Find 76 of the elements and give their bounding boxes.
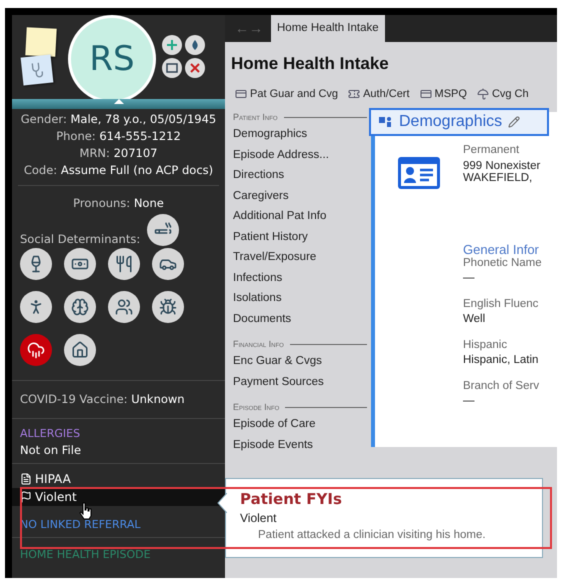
drop-icon[interactable]: [185, 34, 205, 54]
field-value: —: [463, 395, 476, 407]
covid-vaccine-text: COVID-19 Vaccine: Unknown: [20, 392, 186, 406]
toolbar-button[interactable]: Pat Guar and Cvg: [235, 88, 338, 100]
pronouns-text: Pronouns: None: [72, 196, 165, 210]
hand-cursor-icon: [79, 502, 93, 520]
edit-icon[interactable]: [508, 116, 520, 128]
field-value: —: [463, 272, 476, 284]
social-determinants-label: Social Determinants:: [20, 232, 140, 246]
nav-link[interactable]: Demographics: [233, 124, 371, 144]
document-icon: [20, 473, 32, 485]
section-heading: Financial Info: [233, 339, 284, 349]
financial-icon[interactable]: [64, 248, 96, 280]
field-label: Branch of Serv: [463, 380, 540, 392]
plus-icon[interactable]: [162, 34, 182, 54]
depression-icon[interactable]: [20, 334, 52, 366]
fyi-item[interactable]: HIPAA: [12, 470, 225, 488]
tooltip-title: Patient FYIs: [240, 490, 343, 508]
tobacco-icon[interactable]: [147, 214, 179, 246]
section-heading: Patient Info: [233, 112, 278, 122]
address-line: WAKEFIELD,: [463, 172, 534, 184]
alcohol-icon[interactable]: [20, 248, 52, 280]
section-heading: Episode Info: [233, 402, 280, 412]
field-label: Hispanic: [463, 339, 508, 351]
stress-icon[interactable]: [64, 291, 96, 323]
transport-icon[interactable]: [152, 248, 184, 280]
cancel-icon[interactable]: [185, 58, 205, 78]
section-link[interactable]: General Infor: [463, 242, 557, 257]
tooltip-description: Patient attacked a clinician visiting his home.: [258, 529, 487, 541]
id-card-icon: [397, 156, 441, 190]
activity-icon[interactable]: [20, 291, 52, 323]
nav-link[interactable]: Directions: [233, 165, 371, 186]
episode-heading: HOME HEALTH EPISODE: [19, 547, 152, 561]
fyi-item[interactable]: Violent: [12, 488, 225, 506]
activity-tab[interactable]: Home Health Intake: [271, 15, 385, 42]
violence-icon[interactable]: [152, 291, 184, 323]
screen-icon[interactable]: [162, 58, 182, 78]
nav-link[interactable]: Episode Events: [233, 434, 371, 455]
nav-link[interactable]: Episode of Care: [233, 414, 371, 434]
page-title: Home Health Intake: [230, 53, 390, 74]
housing-icon[interactable]: [64, 334, 96, 366]
umbrella-icon: [476, 88, 489, 100]
patient-detail: MRN: 207107: [80, 145, 158, 162]
address-line: 999 Nonexister: [463, 160, 540, 172]
nav-link[interactable]: Documents: [233, 308, 371, 329]
field-label: Phonetic Name: [463, 257, 543, 269]
ticket-icon: [348, 88, 360, 100]
address-type: Permanent: [463, 144, 520, 156]
nav-link[interactable]: Travel/Exposure: [233, 247, 371, 268]
toolbar-button[interactable]: MSPQ: [420, 88, 467, 100]
nav-link[interactable]: Additional Pat Info: [233, 206, 371, 226]
nav-link[interactable]: Episode Address...: [233, 144, 371, 165]
allergies-heading: ALLERGIES: [20, 427, 82, 440]
toolbar-button[interactable]: Auth/Cert: [348, 88, 410, 100]
card-title: Demographics: [399, 113, 502, 131]
nav-link[interactable]: Isolations: [233, 288, 371, 308]
tooltip-item: Violent: [240, 511, 278, 525]
flag-icon: [20, 491, 32, 503]
patient-detail: Phone: 614-555-1212: [56, 128, 181, 145]
nav-link[interactable]: Payment Sources: [233, 372, 371, 392]
toolbar-button[interactable]: Cvg Ch: [476, 88, 529, 100]
card-icon: [235, 88, 247, 100]
patient-detail: Code: Assume Full (no ACP docs): [24, 162, 214, 179]
stethoscope-note-icon[interactable]: [20, 54, 54, 86]
nav-link[interactable]: Caregivers: [233, 186, 371, 206]
field-value: Hispanic, Latin: [463, 354, 540, 366]
food-icon[interactable]: [108, 248, 140, 280]
field-label: English Fluenc: [463, 298, 540, 310]
allergies-value: Not on File: [20, 443, 82, 457]
field-value: Well: [463, 313, 486, 325]
social-icon[interactable]: [108, 291, 140, 323]
patient-detail: Gender: Male, 78 y.o., 05/05/1945: [20, 111, 216, 128]
nav-link[interactable]: Enc Guar & Cvgs: [233, 351, 371, 372]
nav-link[interactable]: Infections: [233, 268, 371, 288]
sticky-note[interactable]: [25, 27, 57, 57]
nav-link[interactable]: Patient History: [233, 226, 371, 247]
